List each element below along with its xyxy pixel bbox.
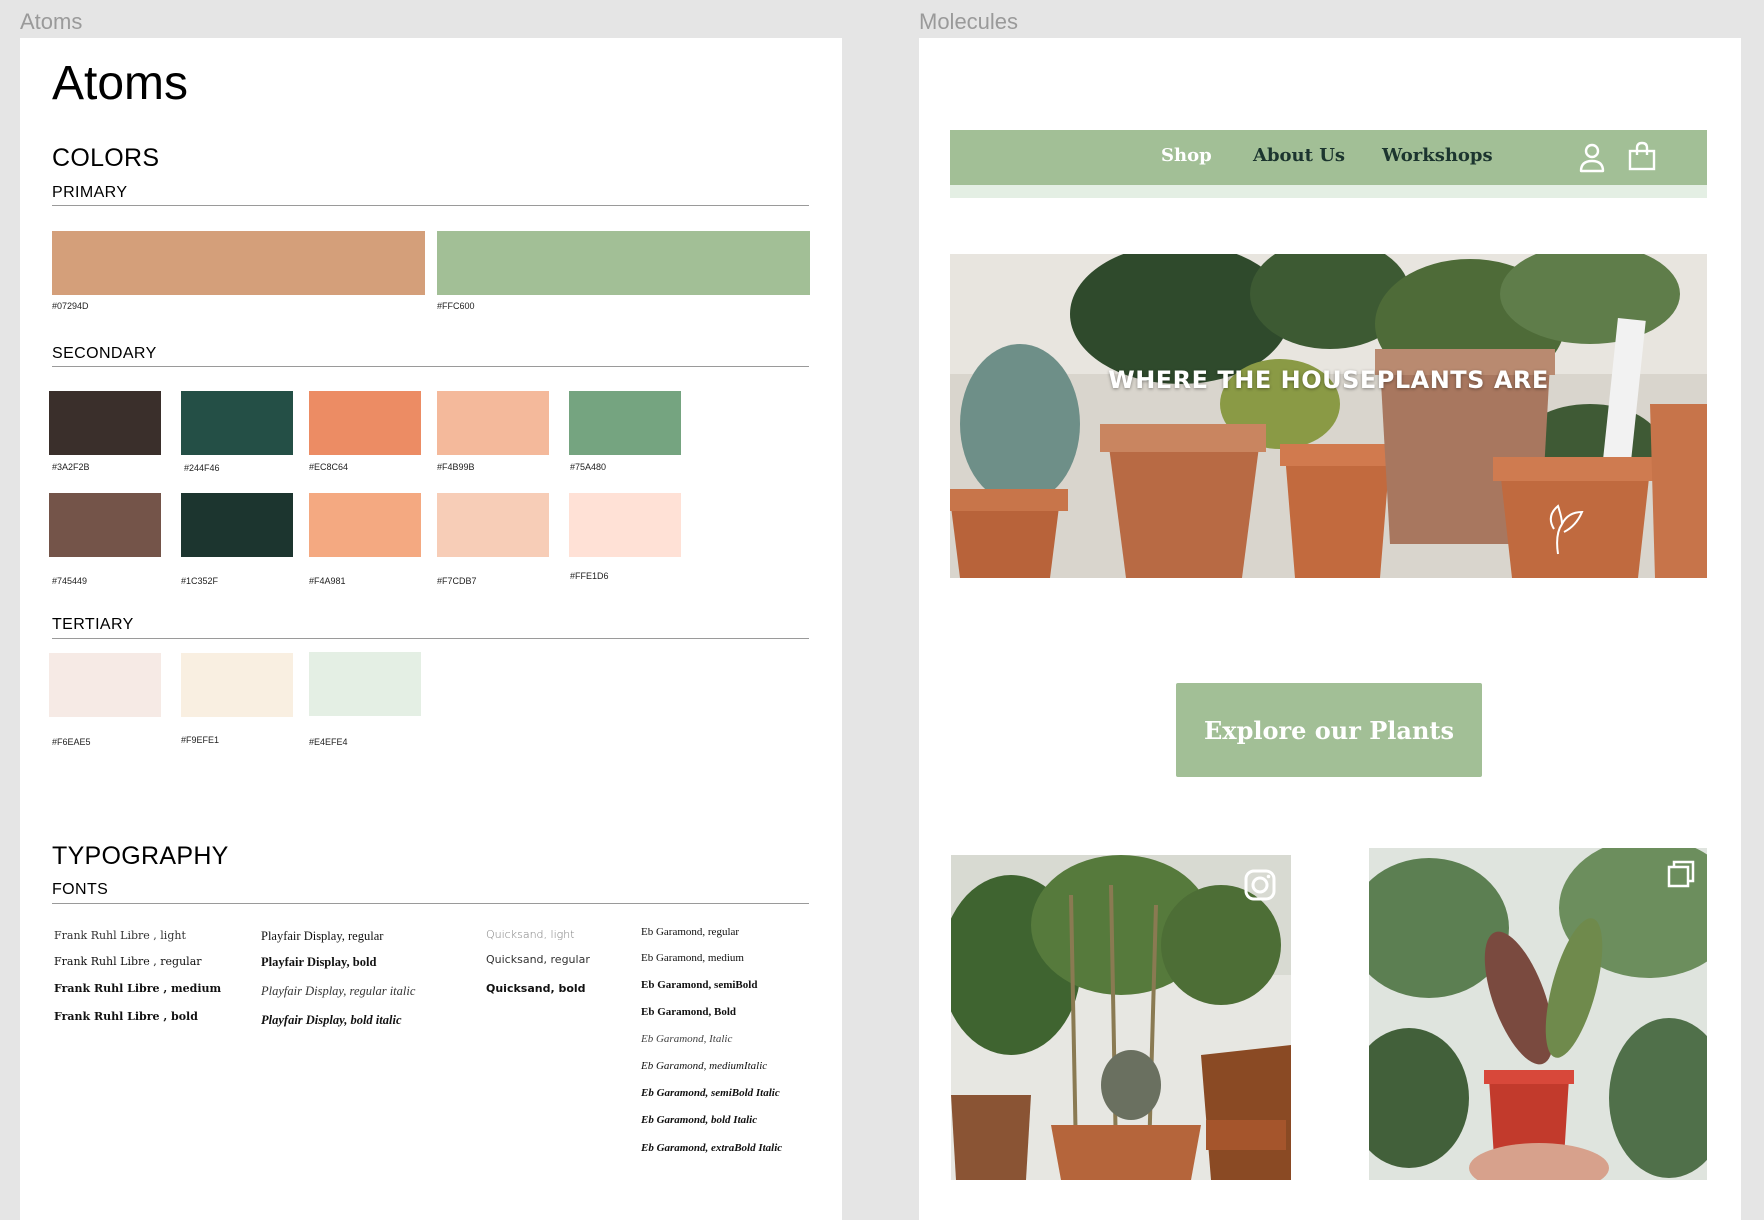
colors-heading: COLORS [52, 144, 160, 172]
hero-photo [950, 254, 1707, 578]
hero-banner: WHERE THE HOUSEPLANTS ARE [950, 254, 1707, 578]
secondary-swatch-hex: #75A480 [570, 462, 607, 472]
secondary-swatch-hex: #F4A981 [309, 576, 346, 586]
nav-workshops-link[interactable]: Workshops [1382, 145, 1493, 166]
primary-swatch-1 [52, 231, 425, 295]
hero-title: WHERE THE HOUSEPLANTS ARE [1108, 366, 1549, 394]
font-sample: Eb Garamond, extraBold Italic [641, 1142, 783, 1154]
font-sample: Frank Ruhl Libre , medium [54, 982, 222, 995]
tertiary-swatch [181, 653, 293, 717]
gallery-photo-card[interactable] [1369, 848, 1707, 1180]
user-icon[interactable] [1577, 140, 1607, 174]
secondary-swatch [437, 391, 549, 455]
shopping-bag-icon[interactable] [1627, 140, 1657, 174]
tertiary-swatch-hex: #E4EFE4 [309, 737, 348, 747]
navigation-bar: Shop About Us Workshops [950, 130, 1707, 185]
nav-shop-link[interactable]: Shop [1161, 145, 1212, 166]
molecules-frame: Shop About Us Workshops WHERE THE HOUSEP… [919, 38, 1741, 1220]
font-sample: Playfair Display, regular italic [261, 984, 416, 998]
secondary-swatch-hex: #244F46 [184, 463, 220, 473]
secondary-swatch [569, 391, 681, 455]
secondary-heading: SECONDARY [52, 345, 157, 362]
secondary-swatch-hex: #EC8C64 [309, 462, 349, 472]
font-sample: Eb Garamond, semiBold [641, 979, 758, 991]
font-sample: Playfair Display, bold italic [261, 1013, 402, 1027]
font-sample: Frank Ruhl Libre , light [54, 929, 186, 942]
primary-heading: PRIMARY [52, 184, 128, 201]
tertiary-swatch-hex: #F9EFE1 [181, 735, 220, 745]
plant-photo [951, 855, 1291, 1180]
secondary-swatch-hex: #1C352F [181, 576, 219, 586]
atoms-frame: Atoms COLORS PRIMARY #07294D #FFC600 SEC… [20, 38, 842, 1220]
secondary-divider [52, 366, 809, 367]
primary-swatch-2-hex: #FFC600 [437, 301, 475, 311]
font-sample: Quicksand, regular [486, 953, 590, 966]
navigation-underline-strip [950, 185, 1707, 198]
font-sample: Eb Garamond, mediumItalic [641, 1060, 768, 1072]
font-sample: Quicksand, bold [486, 982, 586, 995]
molecules-frame-label[interactable]: Molecules [919, 9, 1018, 35]
secondary-swatch [569, 493, 681, 557]
instagram-photo-card[interactable] [951, 855, 1291, 1180]
instagram-icon[interactable] [1243, 868, 1277, 902]
secondary-swatch [49, 391, 161, 455]
font-sample: Eb Garamond, Bold [641, 1006, 737, 1018]
tertiary-swatch [309, 652, 421, 716]
tertiary-swatch [49, 653, 161, 717]
gallery-icon[interactable] [1665, 858, 1697, 890]
begonia-photo [1369, 848, 1707, 1180]
font-sample: Eb Garamond, semiBold Italic [641, 1087, 780, 1099]
secondary-swatch-hex: #FFE1D6 [570, 571, 609, 581]
secondary-swatch [49, 493, 161, 557]
typography-heading: TYPOGRAPHY [52, 842, 229, 870]
secondary-swatch [309, 391, 421, 455]
atoms-title: Atoms [52, 57, 189, 110]
font-sample: Eb Garamond, Italic [641, 1033, 733, 1045]
primary-swatch-2 [437, 231, 810, 295]
font-sample: Playfair Display, bold [261, 955, 377, 969]
secondary-swatch-hex: #F7CDB7 [437, 576, 477, 586]
primary-swatch-1-hex: #07294D [52, 301, 89, 311]
secondary-swatch [437, 493, 549, 557]
font-sample: Playfair Display, regular [261, 929, 384, 943]
secondary-swatch-hex: #745449 [52, 576, 88, 586]
tertiary-heading: TERTIARY [52, 616, 134, 633]
tertiary-divider [52, 638, 809, 639]
secondary-swatch-hex: #F4B99B [437, 462, 475, 472]
fonts-divider [52, 903, 809, 904]
fonts-heading: FONTS [52, 881, 109, 898]
nav-about-link[interactable]: About Us [1253, 145, 1345, 166]
font-sample: Frank Ruhl Libre , regular [54, 955, 202, 968]
explore-plants-button[interactable]: Explore our Plants [1176, 683, 1482, 777]
secondary-swatch [181, 391, 293, 455]
font-sample: Frank Ruhl Libre , bold [54, 1010, 198, 1023]
font-sample: Eb Garamond, bold Italic [641, 1114, 758, 1126]
font-sample: Eb Garamond, medium [641, 952, 744, 964]
font-sample: Eb Garamond, regular [641, 926, 740, 938]
font-sample: Quicksand, light [486, 928, 575, 941]
primary-divider [52, 205, 809, 206]
secondary-swatch [309, 493, 421, 557]
secondary-swatch-hex: #3A2F2B [52, 462, 90, 472]
tertiary-swatch-hex: #F6EAE5 [52, 737, 91, 747]
secondary-swatch [181, 493, 293, 557]
atoms-frame-label[interactable]: Atoms [20, 9, 82, 35]
